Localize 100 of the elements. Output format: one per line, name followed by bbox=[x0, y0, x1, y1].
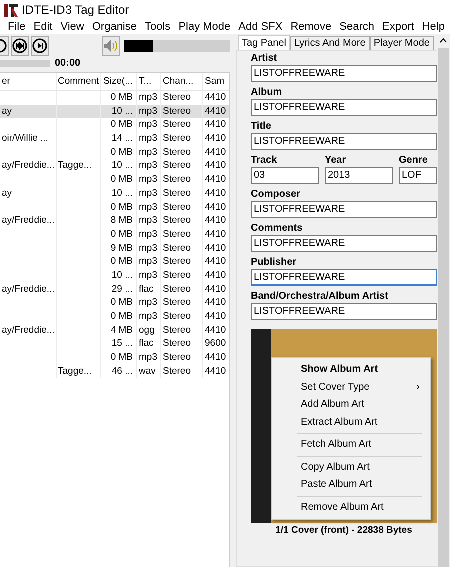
table-cell: 10 ... bbox=[112, 188, 133, 199]
table-cell: 4410 bbox=[205, 174, 226, 186]
table-row[interactable]: 10 ... mp3 Stereo 4410 bbox=[0, 268, 229, 283]
column-header[interactable]: Size(... bbox=[101, 73, 137, 90]
menu-item[interactable]: Paste Album Art bbox=[272, 476, 430, 494]
table-row[interactable]: Tagge... 46 ... wav Stereo 4410 bbox=[0, 364, 229, 378]
table-cell: 29 ... bbox=[112, 284, 133, 295]
menu-item[interactable]: Tools bbox=[142, 21, 176, 33]
menu-item[interactable]: File bbox=[5, 21, 31, 33]
table-cell: 4410 bbox=[205, 106, 226, 117]
menu-item[interactable]: Remove bbox=[288, 21, 337, 33]
text-field[interactable]: 2013 bbox=[325, 167, 393, 184]
table-cell: 0 MB bbox=[110, 297, 133, 308]
table-cell: Stereo bbox=[163, 311, 191, 322]
text-field[interactable]: LOF bbox=[399, 167, 437, 184]
stop-button[interactable] bbox=[11, 36, 29, 56]
table-row[interactable]: 0 MB mp3 Stereo 4410 bbox=[0, 146, 229, 160]
next-button[interactable] bbox=[31, 36, 49, 56]
table-row[interactable]: 15 ... flac Stereo 9600 bbox=[0, 337, 229, 352]
table-row[interactable]: 0 MB mp3 Stereo 4410 bbox=[0, 351, 229, 365]
table-row[interactable]: 0 MB mp3 Stereo 4410 bbox=[0, 296, 229, 310]
table-row[interactable]: 0 MB mp3 Stereo 4410 bbox=[0, 200, 229, 214]
table-cell: ay/Freddie... bbox=[2, 324, 55, 336]
table-row[interactable]: ay 10 ... mp3 Stereo 4410 bbox=[0, 104, 229, 118]
text-field[interactable]: LISTOFFREEWARE bbox=[251, 99, 437, 116]
column-header[interactable]: T... bbox=[137, 73, 161, 90]
table-row[interactable]: 0 MB mp3 Stereo 4410 bbox=[0, 173, 229, 187]
menu-item[interactable]: Fetch Album Art bbox=[272, 436, 430, 454]
column-header[interactable]: Chan... bbox=[161, 73, 203, 90]
table-cell: mp3 bbox=[139, 174, 158, 186]
tab[interactable]: Lyrics And More bbox=[290, 36, 370, 50]
text-field[interactable]: LISTOFFREEWARE bbox=[251, 65, 437, 82]
table-cell: mp3 bbox=[139, 228, 158, 240]
table-cell: mp3 bbox=[139, 270, 158, 281]
table-cell: 0 MB bbox=[110, 256, 133, 268]
table-row[interactable]: ay/Freddie... 4 MB ogg Stereo 4410 bbox=[0, 324, 229, 338]
field-label: Composer bbox=[251, 189, 302, 201]
menu-item[interactable]: Copy Album Art bbox=[272, 458, 430, 476]
table-cell: 9 MB bbox=[110, 242, 133, 254]
column-header[interactable]: er bbox=[0, 73, 57, 90]
text-field[interactable]: 03 bbox=[251, 167, 319, 184]
table-cell: 4410 bbox=[205, 284, 226, 295]
table-row[interactable]: 0 MB mp3 Stereo 4410 bbox=[0, 255, 229, 269]
cover-caption: 1/1 Cover (front) - 22838 Bytes bbox=[274, 525, 414, 536]
volume-slider[interactable] bbox=[124, 40, 230, 52]
play-button[interactable] bbox=[0, 36, 9, 56]
table-row[interactable]: ay/Freddie... 29 ... flac Stereo 4410 bbox=[0, 282, 229, 296]
table-cell: 8 MB bbox=[110, 215, 133, 226]
text-field[interactable]: LISTOFFREEWARE bbox=[251, 201, 437, 218]
menu-item[interactable]: View bbox=[58, 21, 90, 33]
tab[interactable]: Tag Panel bbox=[238, 35, 290, 50]
field-label: Artist bbox=[251, 53, 278, 65]
table-cell: Stereo bbox=[163, 215, 191, 226]
table-row[interactable]: 0 MB mp3 Stereo 4410 bbox=[0, 118, 229, 132]
speaker-button[interactable] bbox=[102, 36, 120, 56]
table-cell: mp3 bbox=[139, 160, 158, 172]
table-cell: Stereo bbox=[163, 297, 191, 308]
text-field[interactable]: LISTOFFREEWARE bbox=[251, 235, 437, 252]
table-cell: Stereo bbox=[163, 324, 191, 336]
table-cell: ay/Freddie... bbox=[2, 215, 55, 226]
table-row[interactable]: 0 MB mp3 Stereo 4410 bbox=[0, 310, 229, 324]
text-field[interactable]: LISTOFFREEWARE bbox=[251, 133, 437, 150]
table-cell: mp3 bbox=[139, 311, 158, 322]
table-cell: Stereo bbox=[163, 202, 191, 212]
time-label: 00:00 bbox=[55, 58, 81, 68]
table-row[interactable]: 9 MB mp3 Stereo 4410 bbox=[0, 242, 229, 256]
field-label: Title bbox=[251, 121, 272, 133]
table-cell: mp3 bbox=[139, 352, 158, 364]
menu-item[interactable]: Add Album Art bbox=[272, 396, 430, 414]
menu-item[interactable]: Edit bbox=[30, 21, 58, 33]
table-cell: mp3 bbox=[139, 133, 158, 144]
menu-item[interactable]: Add SFX bbox=[236, 21, 288, 33]
tab[interactable]: Player Mode bbox=[370, 36, 434, 50]
table-cell: Stereo bbox=[163, 160, 191, 172]
table-cell: Tagge... bbox=[58, 366, 92, 377]
column-header[interactable]: Sam bbox=[203, 73, 229, 90]
menu-item[interactable]: Organise bbox=[89, 21, 142, 33]
text-field[interactable]: LISTOFFREEWARE bbox=[251, 303, 437, 320]
text-field[interactable]: LISTOFFREEWARE bbox=[251, 269, 437, 286]
table-row[interactable]: oir/Willie ... 14 ... mp3 Stereo 4410 bbox=[0, 132, 229, 146]
table-cell: 0 MB bbox=[110, 352, 133, 364]
menu-item[interactable]: Show Album Art bbox=[272, 361, 430, 378]
table-cell: mp3 bbox=[139, 202, 158, 212]
table-cell: ay/Freddie... bbox=[2, 284, 55, 295]
table-row[interactable]: ay 10 ... mp3 Stereo 4410 bbox=[0, 186, 229, 200]
menu-item[interactable]: Set Cover Type › bbox=[272, 378, 430, 396]
table-cell: 0 MB bbox=[110, 146, 133, 158]
menu-item[interactable]: Export bbox=[380, 21, 420, 33]
menu-item[interactable]: Search bbox=[336, 21, 380, 33]
menu-item[interactable]: Help bbox=[419, 21, 450, 33]
table-cell: 0 MB bbox=[110, 92, 133, 103]
table-row[interactable]: ay/Freddie... 8 MB mp3 Stereo 4410 bbox=[0, 214, 229, 228]
table-cell: mp3 bbox=[139, 106, 158, 117]
table-row[interactable]: 0 MB mp3 Stereo 4410 bbox=[0, 228, 229, 242]
menu-item[interactable]: Remove Album Art bbox=[272, 498, 430, 516]
menu-item[interactable]: Extract Album Art bbox=[272, 414, 430, 431]
menu-item[interactable]: Play Mode bbox=[176, 21, 236, 33]
table-cell: 4410 bbox=[205, 202, 226, 212]
table-row[interactable]: ay/Freddie... Tagge... 10 ... mp3 Stereo 4410 bbox=[0, 159, 229, 174]
column-header[interactable]: Comment bbox=[57, 73, 101, 90]
